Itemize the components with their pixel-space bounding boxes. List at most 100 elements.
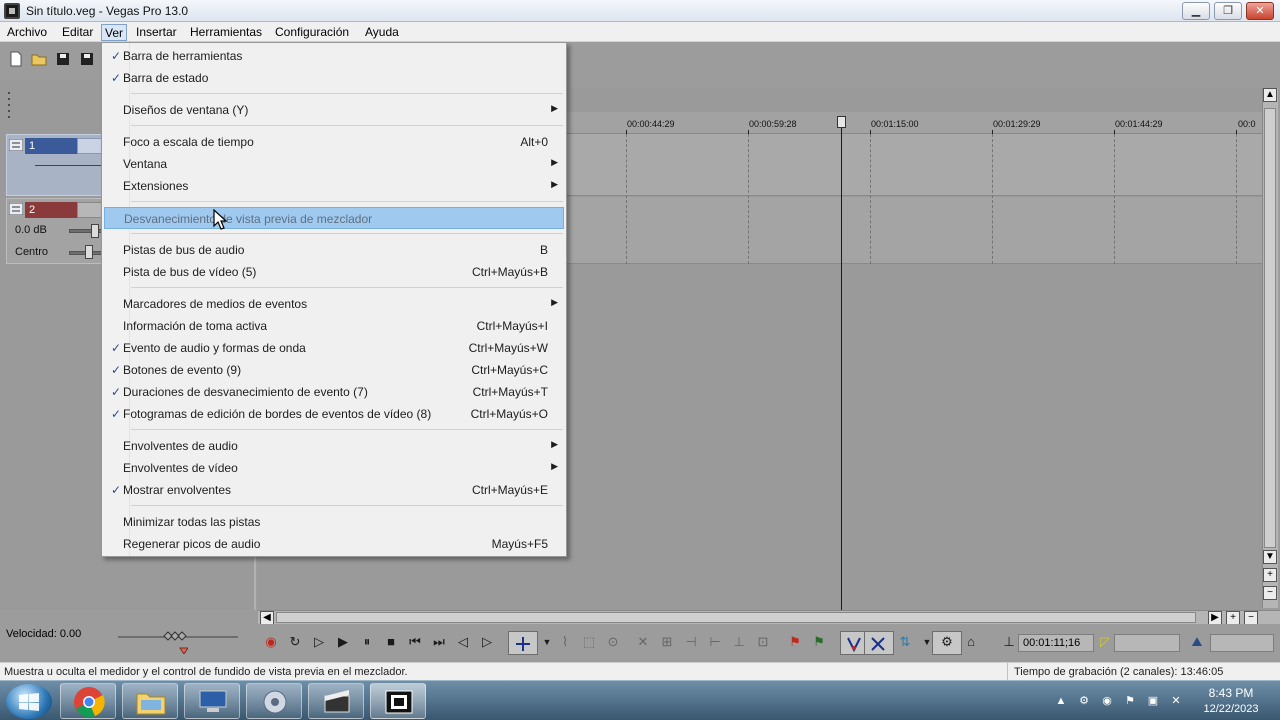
trim-start-icon[interactable]: ⊣: [682, 633, 700, 651]
taskbar-file-explorer[interactable]: [122, 683, 178, 719]
timecode-readout[interactable]: 00:01:11;16: [1018, 634, 1094, 652]
browser-tray-icon[interactable]: ◉: [1100, 694, 1114, 708]
close-button[interactable]: ✕: [1246, 2, 1274, 20]
go-to-end-button[interactable]: ⏭: [430, 633, 448, 651]
zoom-out-button[interactable]: −: [1263, 586, 1277, 600]
save-icon[interactable]: [55, 51, 71, 67]
horizontal-scrollbar[interactable]: ◀ ▶ + −: [258, 610, 1280, 625]
scroll-thumb[interactable]: [276, 612, 1196, 623]
menu-item[interactable]: Información de toma activa Ctrl+Mayús+I: [104, 315, 564, 337]
marker-icon[interactable]: ⚑: [786, 633, 804, 651]
menu-item[interactable]: Envolventes de vídeo ▶: [104, 457, 564, 479]
menu-ayuda[interactable]: Ayuda: [362, 24, 402, 41]
show-hidden-icons-icon[interactable]: ▲: [1054, 694, 1068, 708]
menu-item[interactable]: Regenerar picos de audio Mayús+F5: [104, 533, 564, 555]
scroll-up-button[interactable]: ▲: [1263, 88, 1277, 102]
playhead-handle[interactable]: [837, 116, 846, 128]
menu-item[interactable]: ✓ Barra de herramientas: [104, 45, 564, 67]
pause-button[interactable]: ⏸: [358, 633, 376, 651]
menu-item[interactable]: ✓ Evento de audio y formas de onda Ctrl+Ma…: [104, 337, 564, 359]
new-file-icon[interactable]: [8, 51, 24, 67]
menu-item[interactable]: Diseños de ventana (Y) ▶: [104, 99, 564, 121]
loop-playback-button[interactable]: ↻: [286, 633, 304, 651]
menu-ver[interactable]: Ver: [101, 24, 128, 41]
start-button[interactable]: [6, 684, 52, 719]
menu-item-label: Regenerar picos de audio: [123, 537, 261, 551]
split-icon[interactable]: ⊥: [730, 633, 748, 651]
menu-insertar[interactable]: Insertar: [133, 24, 180, 41]
action-center-flag-icon[interactable]: ⚑: [1123, 694, 1137, 708]
taskbar-app[interactable]: [184, 683, 240, 719]
display-icon[interactable]: ▣: [1146, 694, 1160, 708]
taskbar-vegas-alt[interactable]: [308, 683, 364, 719]
volume-muted-icon[interactable]: ✕: [1169, 694, 1183, 708]
scroll-down-button[interactable]: ▼: [1263, 550, 1277, 564]
scroll-thumb[interactable]: [1264, 108, 1276, 548]
menu-item[interactable]: Pistas de bus de audio B: [104, 239, 564, 261]
menu-item[interactable]: Envolventes de audio ▶: [104, 435, 564, 457]
menu-item[interactable]: Extensiones ▶: [104, 175, 564, 197]
taskbar-vegas-pro[interactable]: [370, 683, 426, 719]
drag-handle-icon[interactable]: [6, 90, 12, 120]
scroll-right-button[interactable]: ▶: [1208, 611, 1222, 625]
play-button[interactable]: ▶: [334, 633, 352, 651]
track-menu-icon[interactable]: [9, 203, 23, 215]
tool-dropdown-icon[interactable]: ▼: [538, 633, 556, 651]
menu-item[interactable]: Desvanecimiento de vista previa de mezcl…: [104, 207, 564, 229]
ignore-grouping-icon[interactable]: ⌂: [962, 633, 980, 651]
menu-item[interactable]: ✓ Mostrar envolventes Ctrl+Mayús+E: [104, 479, 564, 501]
minimize-button[interactable]: ▁: [1182, 2, 1210, 20]
vegas-app-icon[interactable]: [4, 3, 20, 19]
menu-item[interactable]: ✓ Fotogramas de edición de bordes de even…: [104, 403, 564, 425]
menu-item[interactable]: Ventana ▶: [104, 153, 564, 175]
delete-icon[interactable]: ✕: [634, 633, 652, 651]
menu-herramientas[interactable]: Herramientas: [187, 24, 265, 41]
pan-slider-thumb[interactable]: [85, 245, 93, 259]
menu-item[interactable]: Marcadores de medios de eventos ▶: [104, 293, 564, 315]
zoom-tool-icon[interactable]: ⊙: [604, 633, 622, 651]
menu-configuracion[interactable]: Configuración: [272, 24, 352, 41]
menu-archivo[interactable]: Archivo: [4, 24, 50, 41]
menu-item[interactable]: ✓ Botones de evento (9) Ctrl+Mayús+C: [104, 359, 564, 381]
menu-editar[interactable]: Editar: [59, 24, 96, 41]
envelope-tool-icon[interactable]: ⌇: [556, 633, 574, 651]
next-frame-button[interactable]: ▷: [478, 633, 496, 651]
play-from-start-button[interactable]: ▷: [310, 633, 328, 651]
selection-length-field[interactable]: [1210, 634, 1274, 652]
menu-item[interactable]: Pista de bus de vídeo (5) Ctrl+Mayús+B: [104, 261, 564, 283]
speed-slider-thumb-icon[interactable]: [162, 630, 188, 654]
selection-start-field[interactable]: [1114, 634, 1180, 652]
track-name-field[interactable]: [77, 202, 103, 218]
menu-item[interactable]: ✓ Duraciones de desvanecimiento de evento…: [104, 381, 564, 403]
menu-item[interactable]: Minimizar todas las pistas: [104, 511, 564, 533]
region-icon[interactable]: ⚑: [810, 633, 828, 651]
trim-end-icon[interactable]: ⊢: [706, 633, 724, 651]
stop-button[interactable]: ■: [382, 633, 400, 651]
record-button[interactable]: ◉: [262, 633, 280, 651]
zoom-out-button[interactable]: −: [1244, 611, 1258, 625]
menu-item[interactable]: ✓ Barra de estado: [104, 67, 564, 89]
taskbar-chrome[interactable]: [60, 683, 116, 719]
open-folder-icon[interactable]: [31, 51, 47, 67]
clock-date[interactable]: 12/22/2023: [1196, 703, 1266, 715]
crossfade-icon[interactable]: ⇅: [896, 633, 914, 651]
track-menu-icon[interactable]: [9, 139, 23, 151]
maximize-button[interactable]: ❐: [1214, 2, 1242, 20]
zoom-in-button[interactable]: +: [1226, 611, 1240, 625]
clock-time[interactable]: 8:43 PM: [1196, 686, 1266, 700]
previous-frame-button[interactable]: ◁: [454, 633, 472, 651]
menu-item[interactable]: Foco a escala de tiempo Alt+0: [104, 131, 564, 153]
taskbar-app[interactable]: [246, 683, 302, 719]
trim-icon[interactable]: ⊞: [658, 633, 676, 651]
playhead-line[interactable]: [841, 124, 842, 610]
selection-tool-icon[interactable]: ⬚: [580, 633, 598, 651]
zoom-in-button[interactable]: +: [1263, 568, 1277, 582]
network-icon[interactable]: ⚙: [1077, 694, 1091, 708]
save-as-icon[interactable]: [79, 51, 95, 67]
track-name-field[interactable]: [77, 138, 103, 154]
volume-slider-thumb[interactable]: [91, 224, 99, 238]
scroll-left-button[interactable]: ◀: [260, 611, 274, 625]
go-to-start-button[interactable]: ⏮: [406, 633, 424, 651]
lock-icon[interactable]: ⊡: [754, 633, 772, 651]
vertical-scrollbar[interactable]: ▲ ▼ + −: [1262, 88, 1278, 608]
